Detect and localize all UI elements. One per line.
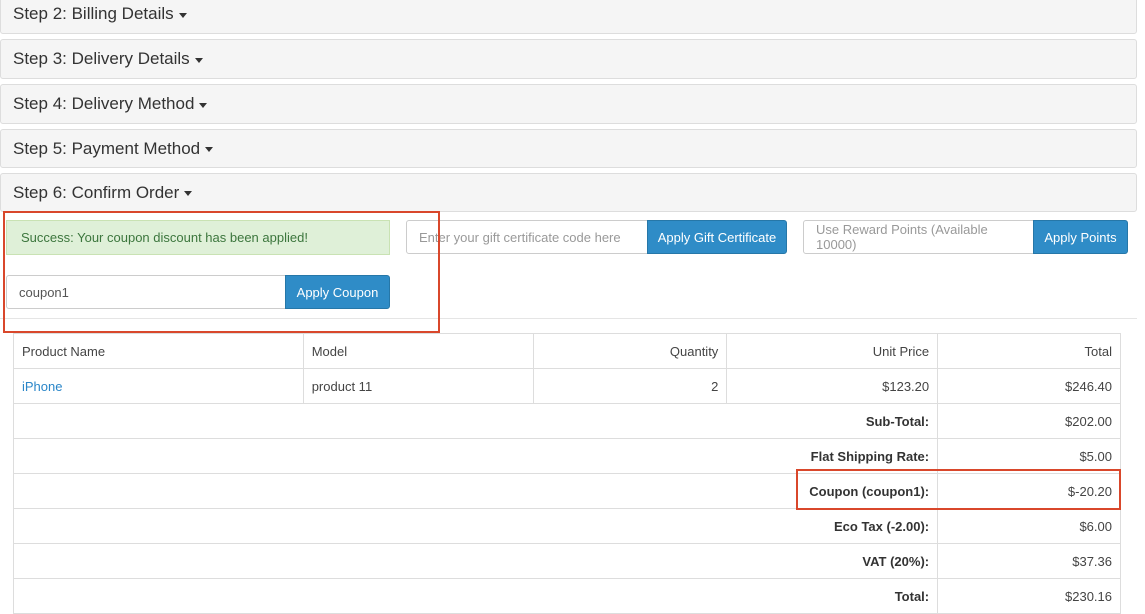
totals-label: Sub-Total: xyxy=(12,403,939,439)
step-3-header[interactable]: Step 3: Delivery Details xyxy=(0,39,1137,79)
header-product-name: Product Name xyxy=(13,333,304,369)
step-2-label: Step 2: Billing Details xyxy=(13,4,174,23)
totals-row: Total: $230.16 xyxy=(12,578,1121,614)
product-name-cell: iPhone xyxy=(13,368,304,404)
step-5-label: Step 5: Payment Method xyxy=(13,138,201,158)
coupon-total-highlight-box xyxy=(796,469,1121,510)
totals-value: $6.00 xyxy=(937,508,1121,544)
product-link[interactable]: iPhone xyxy=(22,379,62,394)
totals-row: VAT (20%): $37.36 xyxy=(12,543,1121,579)
totals-label: Total: xyxy=(12,578,939,614)
apply-points-label: Apply Points xyxy=(1044,229,1117,245)
step-3-label: Step 3: Delivery Details xyxy=(13,49,190,68)
caret-down-icon xyxy=(178,12,187,18)
totals-value: $37.36 xyxy=(937,543,1121,579)
step-6-header[interactable]: Step 6: Confirm Order xyxy=(0,173,1137,212)
model-cell: product 11 xyxy=(302,368,535,404)
totals-value: $230.16 xyxy=(937,578,1121,614)
header-total: Total xyxy=(937,333,1121,369)
header-unit-price: Unit Price xyxy=(726,333,939,369)
totals-label: Eco Tax (-2.00): xyxy=(12,508,939,544)
apply-gift-certificate-button[interactable]: Apply Gift Certificate xyxy=(647,220,787,254)
step-5-header[interactable]: Step 5: Payment Method xyxy=(0,129,1137,168)
coupon-highlight-box xyxy=(3,211,440,333)
totals-label: VAT (20%): xyxy=(12,543,939,579)
step-4-label: Step 4: Delivery Method xyxy=(13,94,195,113)
header-model: Model xyxy=(302,333,535,369)
gift-certificate-input[interactable]: Enter your gift certificate code here xyxy=(406,220,648,254)
apply-gift-certificate-label: Apply Gift Certificate xyxy=(657,229,777,245)
reward-points-placeholder: Use Reward Points (Available 10000) xyxy=(816,222,988,252)
header-quantity: Quantity xyxy=(533,333,728,369)
totals-row: Sub-Total: $202.00 xyxy=(12,403,1121,439)
step-2-header[interactable]: Step 2: Billing Details xyxy=(0,0,1137,34)
total-cell: $246.40 xyxy=(937,368,1121,404)
step-6-label: Step 6: Confirm Order xyxy=(13,182,180,202)
totals-row: Eco Tax (-2.00): $6.00 xyxy=(12,508,1121,544)
table-header-row: Product Name Model Quantity Unit Price T… xyxy=(13,333,1121,369)
caret-down-icon xyxy=(199,102,208,108)
quantity-cell: 2 xyxy=(533,368,728,404)
gift-certificate-placeholder: Enter your gift certificate code here xyxy=(419,229,621,245)
reward-points-input[interactable]: Use Reward Points (Available 10000) xyxy=(803,220,1034,254)
unit-price-cell: $123.20 xyxy=(726,368,939,404)
caret-down-icon xyxy=(205,147,214,152)
totals-value: $202.00 xyxy=(937,403,1121,439)
apply-points-button[interactable]: Apply Points xyxy=(1033,220,1128,254)
table-row: iPhone product 11 2 $123.20 $246.40 xyxy=(13,368,1121,404)
step-4-header[interactable]: Step 4: Delivery Method xyxy=(0,84,1137,124)
caret-down-icon xyxy=(194,57,203,63)
caret-down-icon xyxy=(184,191,193,196)
